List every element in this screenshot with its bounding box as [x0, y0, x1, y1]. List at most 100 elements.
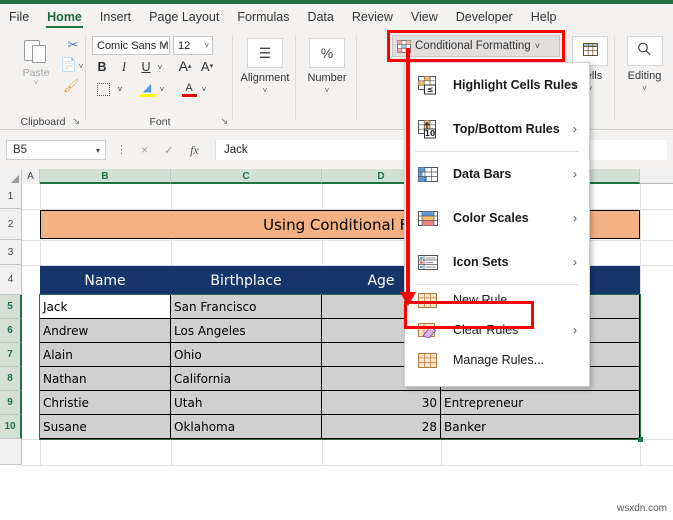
- alignment-button[interactable]: ☰: [247, 38, 283, 68]
- excel-window: File Home Insert Page Layout Formulas Da…: [0, 0, 673, 520]
- row-header-5[interactable]: 5: [0, 295, 22, 319]
- alignment-chevron-down-icon[interactable]: ˅: [234, 86, 296, 95]
- cut-button[interactable]: ✂: [62, 35, 84, 54]
- chevron-right-icon: ›: [573, 122, 577, 136]
- tab-view-label: View: [410, 10, 438, 24]
- tab-insert[interactable]: Insert: [91, 4, 140, 30]
- name-box-chevron-down-icon[interactable]: ▾: [96, 146, 100, 155]
- row-header-9[interactable]: 9: [0, 391, 22, 415]
- font-name-input[interactable]: Comic Sans M ˅: [92, 36, 170, 55]
- borders-button[interactable]: [93, 80, 113, 98]
- table-row[interactable]: Banker: [441, 415, 640, 439]
- tab-help[interactable]: Help: [522, 4, 566, 30]
- menu-item-icon-sets[interactable]: Icon Sets ›: [405, 240, 589, 284]
- underline-chevron-down-icon[interactable]: ˅: [155, 60, 165, 74]
- number-chevron-down-icon[interactable]: ˅: [297, 86, 357, 95]
- paste-chevron-down-icon[interactable]: ˅: [34, 79, 39, 87]
- table-row[interactable]: Jack: [40, 295, 171, 319]
- font-size-input[interactable]: 12 ˅: [173, 36, 213, 55]
- column-header-C[interactable]: C: [171, 169, 322, 184]
- row-header-8[interactable]: 8: [0, 367, 22, 391]
- highlight-cells-rules-icon: ≤: [417, 75, 441, 96]
- row-header-6[interactable]: 6: [0, 319, 22, 343]
- italic-button[interactable]: I: [115, 58, 133, 76]
- row-header-2[interactable]: 2: [0, 209, 22, 240]
- table-header-birthplace[interactable]: Birthplace: [171, 266, 322, 295]
- row-header-4[interactable]: 4: [0, 265, 22, 295]
- table-row[interactable]: Nathan: [40, 367, 171, 391]
- menu-item-color-scales[interactable]: Color Scales ›: [405, 196, 589, 240]
- name-box-value: B5: [13, 144, 28, 156]
- menu-item-data-bars[interactable]: Data Bars ›: [405, 152, 589, 196]
- top-bottom-rules-icon: 10: [417, 119, 441, 140]
- name-box[interactable]: B5 ▾: [6, 140, 106, 160]
- color-scales-icon: [417, 208, 441, 229]
- row-header-1[interactable]: 1: [0, 184, 22, 209]
- tab-file[interactable]: File: [0, 4, 38, 30]
- row-header-10[interactable]: 10: [0, 415, 22, 439]
- table-header-name[interactable]: Name: [40, 266, 171, 295]
- increase-font-size-button[interactable]: A ▴: [175, 56, 195, 76]
- underline-label: U: [141, 60, 151, 74]
- number-format-button[interactable]: %: [309, 38, 345, 68]
- tab-home[interactable]: Home: [38, 4, 91, 30]
- fill-color-chevron-down-icon[interactable]: ˅: [157, 82, 167, 96]
- font-color-icon: A: [185, 81, 193, 94]
- borders-chevron-down-icon[interactable]: ˅: [115, 82, 125, 96]
- table-row[interactable]: 30: [322, 391, 441, 415]
- data-bars-icon: [417, 164, 441, 185]
- table-row[interactable]: Los Angeles: [171, 319, 322, 343]
- table-row[interactable]: Entrepreneur: [441, 391, 640, 415]
- select-all-corner[interactable]: [0, 169, 22, 184]
- table-row[interactable]: Andrew: [40, 319, 171, 343]
- format-painter-button[interactable]: 🖌: [60, 76, 82, 95]
- table-row[interactable]: 28: [322, 415, 441, 439]
- chevron-right-icon: ›: [573, 211, 577, 225]
- table-row[interactable]: Susane: [40, 415, 171, 439]
- watermark: wsxdn.com: [616, 503, 667, 514]
- column-header-A[interactable]: A: [22, 169, 40, 184]
- fill-color-button[interactable]: ◢: [137, 80, 157, 98]
- paste-button[interactable]: Paste ˅: [14, 36, 58, 98]
- tab-page-layout[interactable]: Page Layout: [140, 4, 228, 30]
- tab-view[interactable]: View: [402, 4, 447, 30]
- enter-formula-button[interactable]: ✓: [164, 143, 174, 157]
- font-name-chevron-down-icon[interactable]: ˅: [161, 41, 166, 50]
- font-dialog-launcher-icon[interactable]: ↘: [220, 116, 228, 127]
- insert-function-button[interactable]: fx: [190, 143, 199, 158]
- find-select-button[interactable]: [626, 36, 663, 66]
- font-color-button[interactable]: A: [179, 80, 199, 98]
- tab-data[interactable]: Data: [298, 4, 342, 30]
- selection-fill-handle[interactable]: [638, 437, 643, 442]
- cancel-formula-button[interactable]: ×: [141, 143, 148, 157]
- row-header-3[interactable]: 3: [0, 240, 22, 265]
- table-row[interactable]: Oklahoma: [171, 415, 322, 439]
- tab-insert-label: Insert: [99, 10, 132, 24]
- paintbrush-icon: 🖌: [62, 78, 80, 93]
- conditional-formatting-menu: ≤ Highlight Cells Rules › 10 Top/Bottom …: [404, 62, 590, 387]
- tab-formulas[interactable]: Formulas: [228, 4, 298, 30]
- table-row[interactable]: California: [171, 367, 322, 391]
- underline-button[interactable]: U: [137, 58, 155, 76]
- menu-item-highlight-cells-rules[interactable]: ≤ Highlight Cells Rules ›: [405, 63, 589, 107]
- menu-item-manage-rules[interactable]: Manage Rules...: [405, 345, 589, 375]
- table-row[interactable]: Ohio: [171, 343, 322, 367]
- clipboard-dialog-launcher-icon[interactable]: ↘: [72, 116, 80, 127]
- table-row[interactable]: Utah: [171, 391, 322, 415]
- menu-item-top-bottom-rules[interactable]: 10 Top/Bottom Rules ›: [405, 107, 589, 151]
- tab-review[interactable]: Review: [343, 4, 402, 30]
- decrease-font-size-button[interactable]: A ▾: [197, 56, 217, 76]
- table-row[interactable]: Alain: [40, 343, 171, 367]
- font-size-chevron-down-icon[interactable]: ˅: [204, 41, 209, 50]
- bold-button[interactable]: B: [93, 58, 111, 76]
- table-row[interactable]: San Francisco: [171, 295, 322, 319]
- menu-item-highlight-cells-rules-label: Highlight Cells Rules: [453, 78, 579, 92]
- row-header-7[interactable]: 7: [0, 343, 22, 367]
- font-color-chevron-down-icon[interactable]: ˅: [199, 82, 209, 96]
- scissors-icon: ✂: [67, 37, 79, 52]
- table-row[interactable]: Christie: [40, 391, 171, 415]
- tab-developer[interactable]: Developer: [447, 4, 522, 30]
- ribbon-group-font: Comic Sans M ˅ 12 ˅ B I U ˅ A ▴ A ▾ ˅ ◢ ˅: [87, 30, 233, 130]
- column-header-B[interactable]: B: [40, 169, 171, 184]
- editing-chevron-down-icon[interactable]: ˅: [616, 84, 673, 93]
